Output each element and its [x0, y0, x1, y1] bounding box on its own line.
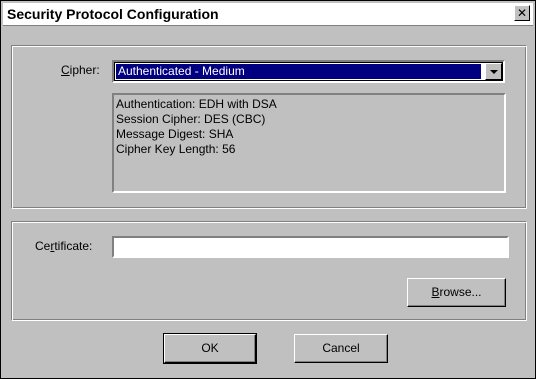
cipher-dropdown[interactable]: Authenticated - Medium	[112, 60, 505, 83]
browse-button[interactable]: Browse...	[407, 278, 506, 307]
security-protocol-dialog: Security Protocol Configuration ✕ Cipher…	[0, 0, 536, 379]
cancel-label: Cancel	[322, 341, 360, 355]
chevron-down-icon[interactable]	[485, 63, 502, 80]
certificate-label: Certificate:	[35, 239, 93, 253]
cipher-selected-value: Authenticated - Medium	[116, 64, 481, 79]
cipher-label: Cipher:	[61, 63, 100, 77]
window-title: Security Protocol Configuration	[7, 6, 219, 22]
close-icon: ✕	[516, 6, 528, 20]
ok-button[interactable]: OK	[163, 333, 257, 364]
detail-session-cipher: Session Cipher: DES (CBC)	[116, 112, 266, 126]
close-button[interactable]: ✕	[514, 5, 530, 21]
ok-label: OK	[201, 341, 219, 355]
certificate-input[interactable]	[112, 236, 509, 258]
detail-message-digest: Message Digest: SHA	[116, 127, 234, 141]
cancel-button[interactable]: Cancel	[294, 334, 388, 363]
detail-key-length: Cipher Key Length: 56	[116, 142, 236, 156]
detail-authentication: Authentication: EDH with DSA	[116, 97, 277, 111]
cipher-details-box: Authentication: EDH with DSA Session Cip…	[112, 93, 506, 193]
title-bar[interactable]: Security Protocol Configuration ✕	[3, 3, 533, 26]
